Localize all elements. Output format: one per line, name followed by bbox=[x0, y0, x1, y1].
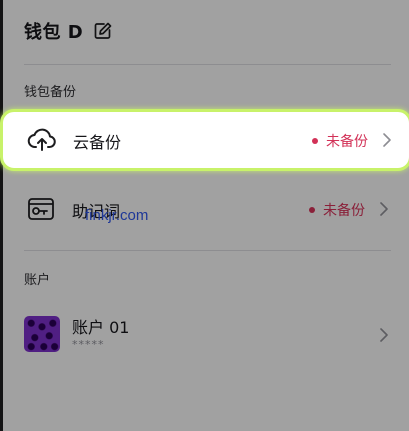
status-dot bbox=[309, 207, 315, 213]
watermark-text: finkjr.com bbox=[85, 207, 149, 224]
section-title-accounts: 账户 bbox=[24, 273, 51, 288]
status-text: 未备份 bbox=[323, 203, 365, 219]
wallet-name: 钱包 D bbox=[24, 22, 84, 43]
wallet-detail-screen: 钱包 D 钱包备份 助记词 未备份 账户 账户 01 ***** finkjr.… bbox=[0, 0, 409, 431]
row-label: 云备份 bbox=[73, 133, 122, 152]
key-card-icon bbox=[26, 195, 56, 223]
section-title-backup: 钱包备份 bbox=[24, 85, 77, 100]
account-row[interactable]: 账户 01 ***** bbox=[0, 305, 409, 365]
status-text: 未备份 bbox=[326, 134, 368, 150]
chevron-right-icon bbox=[380, 131, 394, 149]
divider bbox=[24, 250, 391, 251]
account-name: 账户 01 bbox=[72, 318, 130, 337]
divider bbox=[24, 64, 391, 65]
chevron-right-icon bbox=[377, 326, 391, 344]
edit-icon[interactable] bbox=[93, 21, 113, 41]
chevron-right-icon bbox=[377, 200, 391, 218]
mnemonic-backup-row[interactable]: 助记词 未备份 bbox=[0, 178, 409, 240]
status-dot bbox=[312, 138, 318, 144]
wallet-header: 钱包 D bbox=[24, 17, 113, 45]
account-address-masked: ***** bbox=[72, 338, 105, 351]
backup-status: 未备份 bbox=[312, 131, 368, 151]
cloud-backup-row[interactable]: 云备份 未备份 bbox=[0, 109, 409, 171]
backup-status: 未备份 bbox=[309, 200, 365, 220]
cloud-upload-icon bbox=[27, 126, 57, 154]
account-avatar bbox=[24, 316, 60, 352]
